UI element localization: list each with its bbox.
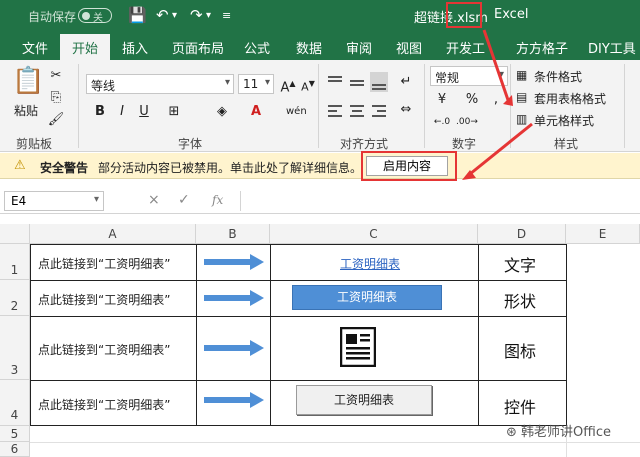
annotation-arrow: [482, 29, 510, 101]
column-header[interactable]: B: [196, 224, 270, 244]
arrow-shape[interactable]: [204, 290, 264, 306]
chevron-down-icon: ▾: [93, 194, 99, 205]
column-header[interactable]: D: [478, 224, 566, 244]
row-header[interactable]: 3: [0, 316, 30, 380]
hyperlink-shape-button[interactable]: 工资明细表: [292, 285, 442, 310]
table-border: [196, 244, 197, 426]
cell-d2[interactable]: 形状: [504, 288, 536, 312]
cell-a4[interactable]: 点此链接到“工资明细表”: [38, 396, 170, 413]
watermark-text: 韩老师讲Office: [521, 425, 611, 440]
table-border: [478, 244, 479, 426]
row-header[interactable]: 4: [0, 380, 30, 426]
select-all-corner[interactable]: [0, 224, 30, 244]
name-box-value: E4: [11, 194, 27, 208]
name-box[interactable]: E4 ▾: [4, 191, 104, 211]
table-border: [270, 244, 271, 426]
formula-bar: E4 ▾ × ✓ fx: [0, 188, 640, 214]
row-header[interactable]: 6: [0, 442, 30, 457]
hyperlink-text[interactable]: 工资明细表: [340, 255, 400, 272]
insert-function-icon[interactable]: fx: [212, 193, 223, 207]
wechat-icon: ⊛: [506, 425, 522, 440]
cell-d4[interactable]: 控件: [504, 394, 536, 418]
gridline: [30, 442, 640, 443]
row-header[interactable]: 5: [0, 426, 30, 442]
table-border: [30, 380, 566, 381]
column-header[interactable]: E: [566, 224, 640, 244]
form-control-button[interactable]: 工资明细表: [296, 385, 432, 415]
formula-input[interactable]: [240, 191, 636, 211]
cell-d3[interactable]: 图标: [504, 338, 536, 362]
watermark: ⊛ 韩老师讲Office: [506, 421, 611, 440]
table-border: [30, 316, 566, 317]
cell-d1[interactable]: 文字: [504, 252, 536, 276]
arrow-shape[interactable]: [204, 254, 264, 270]
table-border: [30, 280, 566, 281]
table-border: [566, 244, 567, 426]
cancel-icon[interactable]: ×: [148, 192, 160, 208]
cell-a3[interactable]: 点此链接到“工资明细表”: [38, 341, 170, 358]
row-header[interactable]: 1: [0, 244, 30, 280]
column-header[interactable]: C: [270, 224, 478, 244]
arrow-shape[interactable]: [204, 392, 264, 408]
arrow-shape[interactable]: [204, 340, 264, 356]
confirm-icon[interactable]: ✓: [178, 192, 190, 208]
cell-a2[interactable]: 点此链接到“工资明细表”: [38, 291, 170, 308]
table-border: [30, 425, 566, 426]
column-header[interactable]: A: [30, 224, 196, 244]
annotation-arrow: [469, 122, 533, 176]
newspaper-icon[interactable]: [340, 327, 376, 367]
row-header[interactable]: 2: [0, 280, 30, 316]
cell-a1[interactable]: 点此链接到“工资明细表”: [38, 255, 170, 272]
